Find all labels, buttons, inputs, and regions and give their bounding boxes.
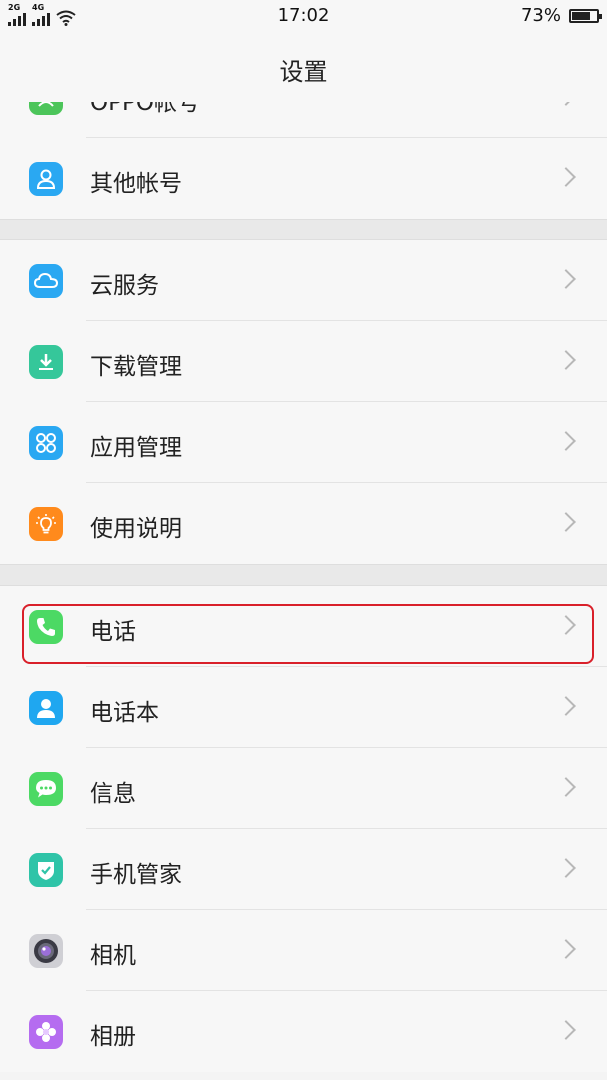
battery-icon xyxy=(569,8,602,23)
settings-row-label: OPPO帐号 xyxy=(90,102,200,116)
settings-row-label: 手机管家 xyxy=(90,862,182,888)
settings-row-label: 相机 xyxy=(90,943,136,969)
settings-row-label: 电话本 xyxy=(90,700,159,726)
chevron-right-icon xyxy=(556,167,576,187)
title-bar: 设置 xyxy=(0,32,607,103)
page-title: 设置 xyxy=(279,58,328,86)
settings-row-gallery[interactable]: 相册 xyxy=(0,991,607,1072)
cloud-icon xyxy=(29,264,63,298)
settings-row-camera[interactable]: 相机 xyxy=(0,910,607,991)
chevron-right-icon xyxy=(556,1020,576,1040)
settings-row-phone-manager[interactable]: 手机管家 xyxy=(0,829,607,910)
settings-row-download-manager[interactable]: 下载管理 xyxy=(0,321,607,402)
settings-list[interactable]: OPPO帐号 其他帐号 云服务 下载管理 应用管理 使用说明 电话 电话本 信息… xyxy=(0,102,607,1080)
message-icon xyxy=(29,772,63,806)
settings-row-cloud-service[interactable]: 云服务 xyxy=(0,240,607,321)
download-icon xyxy=(29,345,63,379)
settings-row-label: 相册 xyxy=(90,1024,136,1050)
settings-row-label: 使用说明 xyxy=(90,516,182,542)
settings-row-oppo-account[interactable]: OPPO帐号 xyxy=(0,102,607,138)
settings-row-label: 云服务 xyxy=(90,273,159,299)
chevron-right-icon xyxy=(556,512,576,532)
settings-row-label: 应用管理 xyxy=(90,435,182,461)
gallery-flower-icon xyxy=(29,1015,63,1049)
contacts-icon xyxy=(29,691,63,725)
section-gap xyxy=(0,564,607,586)
battery-percent: 73% xyxy=(520,5,561,26)
other-accounts-icon xyxy=(29,162,63,196)
chevron-right-icon xyxy=(556,939,576,959)
settings-row-contacts[interactable]: 电话本 xyxy=(0,667,607,748)
chevron-right-icon xyxy=(556,102,576,106)
oppo-account-icon xyxy=(29,102,63,115)
chevron-right-icon xyxy=(556,431,576,451)
highlight-box xyxy=(22,604,594,664)
lightbulb-icon xyxy=(29,507,63,541)
settings-row-label: 信息 xyxy=(90,781,136,807)
status-time: 17:02 xyxy=(277,5,330,26)
chevron-right-icon xyxy=(556,696,576,716)
status-bar: 2G 4G 17:02 73% xyxy=(0,0,607,32)
chevron-right-icon xyxy=(556,858,576,878)
section-gap xyxy=(0,219,607,240)
shield-check-icon xyxy=(29,853,63,887)
settings-row-label: 下载管理 xyxy=(90,354,182,380)
settings-row-label: 其他帐号 xyxy=(90,171,182,197)
camera-icon xyxy=(29,934,63,968)
chevron-right-icon xyxy=(556,777,576,797)
chevron-right-icon xyxy=(556,269,576,289)
settings-row-user-guide[interactable]: 使用说明 xyxy=(0,483,607,564)
apps-grid-icon xyxy=(29,426,63,460)
settings-row-other-accounts[interactable]: 其他帐号 xyxy=(0,138,607,219)
settings-row-app-manager[interactable]: 应用管理 xyxy=(0,402,607,483)
chevron-right-icon xyxy=(556,350,576,370)
settings-row-messages[interactable]: 信息 xyxy=(0,748,607,829)
